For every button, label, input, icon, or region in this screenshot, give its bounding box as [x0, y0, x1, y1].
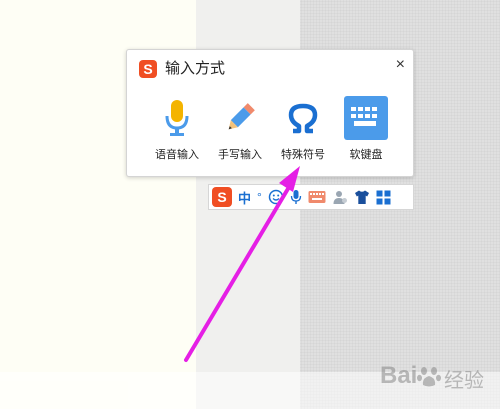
watermark-text: Bai	[380, 362, 418, 389]
watermark-suffix: 经验	[444, 370, 484, 392]
annotation-arrow	[184, 166, 300, 362]
paw-icon	[417, 367, 441, 387]
baidu-watermark: Bai 经验	[352, 360, 498, 406]
